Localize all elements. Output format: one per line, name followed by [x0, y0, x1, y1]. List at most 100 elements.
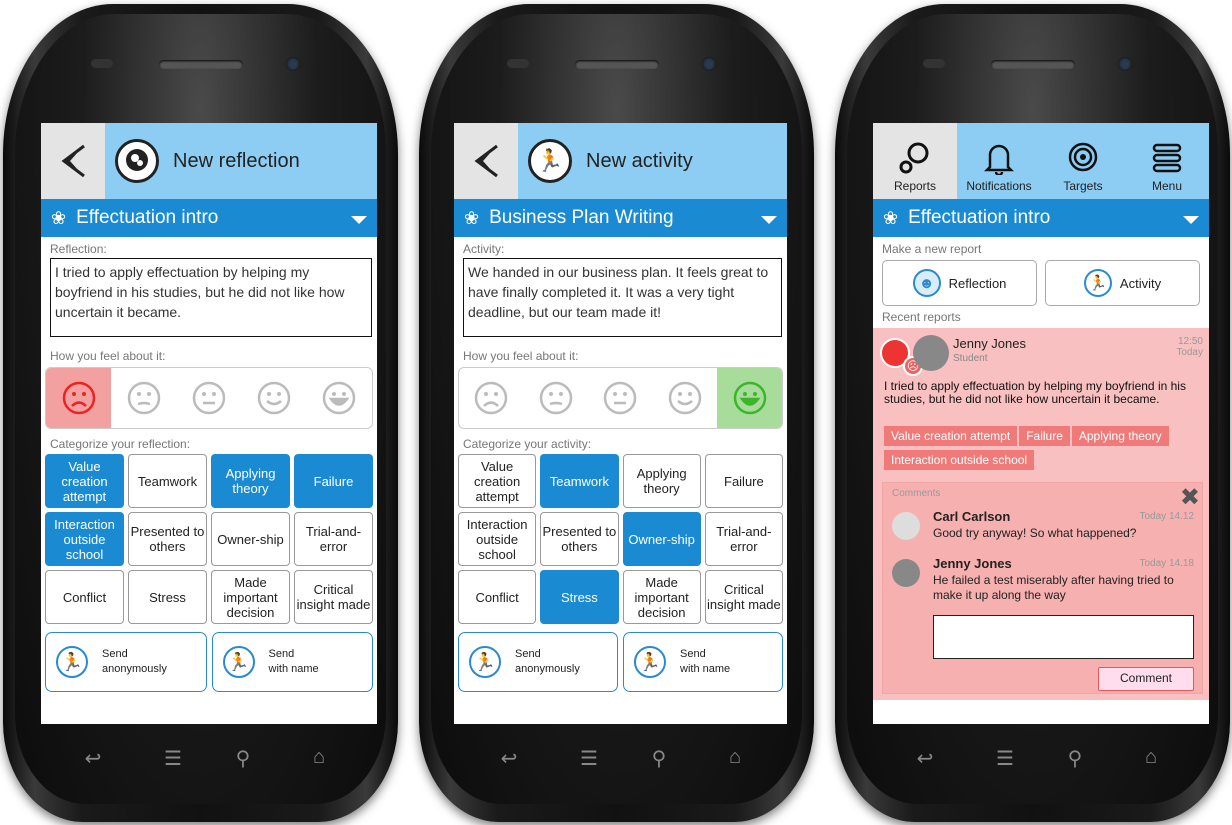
report-tags: Value creation attempt Failure Applying th… [883, 424, 1205, 472]
category-button[interactable]: Interaction outside school [458, 512, 537, 566]
mood-face-1[interactable] [459, 368, 524, 428]
category-button[interactable]: Conflict [45, 570, 124, 624]
back-key-icon[interactable]: ↩ [489, 746, 529, 771]
category-button[interactable]: Critical insight made [294, 570, 373, 624]
runner-icon: 🏃 [634, 646, 666, 678]
tab-label: Targets [1063, 179, 1103, 193]
category-button[interactable]: Conflict [458, 570, 537, 624]
category-button[interactable]: Owner-ship [622, 512, 701, 566]
category-button[interactable]: Owner-ship [211, 512, 290, 566]
category-label: Categorize your reflection: [50, 437, 191, 451]
group-selector[interactable]: ❀ Effectuation intro [873, 199, 1209, 237]
new-activity-button[interactable]: 🏃 Activity [1045, 260, 1200, 306]
category-button[interactable]: Teamwork [128, 454, 207, 508]
category-button[interactable]: Stress [540, 570, 619, 624]
category-button[interactable]: Failure [294, 454, 373, 508]
back-button[interactable] [454, 123, 518, 199]
mood-face-2[interactable] [111, 368, 176, 428]
mood-face-4[interactable] [242, 368, 307, 428]
send-sublabel: anonymously [515, 663, 580, 675]
send-anonymously-button[interactable]: 🏃 Send anonymously [458, 632, 618, 692]
category-button[interactable]: Trial-and-error [704, 512, 783, 566]
new-report-label: Make a new report [882, 242, 982, 256]
sensor-icon [923, 59, 945, 68]
mood-face-4[interactable] [653, 368, 718, 428]
group-paw-icon: ❀ [51, 207, 67, 228]
runner-icon: 🏃 [56, 646, 88, 678]
tab-reports[interactable]: Reports [873, 123, 957, 199]
category-button[interactable]: Critical insight made [704, 570, 783, 624]
search-key-icon[interactable]: ⚲ [639, 746, 679, 771]
reflection-text-field[interactable]: I tried to apply effectuation by helping… [50, 258, 372, 337]
home-key-icon[interactable]: ⌂ [715, 746, 755, 769]
tab-targets[interactable]: Targets [1041, 123, 1125, 199]
comment-text: He failed a test miserably after having … [933, 573, 1174, 602]
comment-item: Jenny Jones Today 14.18 He failed a test m… [883, 556, 1202, 603]
speaker-grille [574, 60, 659, 69]
tab-label: Notifications [966, 179, 1032, 193]
category-button[interactable]: Made important decision [622, 570, 701, 624]
back-button[interactable] [41, 123, 105, 199]
report-time: 12:50 [1177, 336, 1203, 347]
category-button[interactable]: Failure [704, 454, 783, 508]
target-icon [1068, 142, 1098, 172]
menu-key-icon[interactable]: ☰ [569, 746, 609, 771]
category-button[interactable]: Made important decision [211, 570, 290, 624]
send-sublabel: with name [680, 663, 731, 675]
category-button[interactable]: Interaction outside school [45, 512, 124, 566]
mood-face-3[interactable] [176, 368, 241, 428]
category-button[interactable]: Presented to others [540, 512, 619, 566]
send-with-name-button[interactable]: 🏃 Send with name [623, 632, 783, 692]
back-key-icon[interactable]: ↩ [73, 746, 113, 771]
back-chevron-icon [474, 144, 498, 178]
group-name: Effectuation intro [908, 207, 1051, 228]
sensor-icon [507, 59, 529, 68]
comment-item: Carl Carlson Today 14.12 Good try anyway! … [883, 509, 1202, 556]
group-selector[interactable]: ❀ Effectuation intro [41, 199, 377, 237]
mood-face-3[interactable] [588, 368, 653, 428]
tab-notifications[interactable]: Notifications [957, 123, 1041, 199]
category-grid: Value creation attempt Teamwork Applying t… [458, 454, 783, 624]
android-nav-bar: ↩ ☰ ⚲ ⌂ [3, 724, 398, 794]
mood-face-5[interactable] [717, 368, 782, 428]
menu-key-icon[interactable]: ☰ [985, 746, 1025, 771]
category-button[interactable]: Trial-and-error [294, 512, 373, 566]
send-label: Send [680, 648, 706, 660]
search-key-icon[interactable]: ⚲ [1055, 746, 1095, 771]
home-key-icon[interactable]: ⌂ [1131, 746, 1171, 769]
category-button[interactable]: Presented to others [128, 512, 207, 566]
category-button[interactable]: Stress [128, 570, 207, 624]
send-with-name-button[interactable]: 🏃 Send with name [211, 632, 373, 692]
text-label: Activity: [463, 242, 505, 256]
camera-icon [1118, 57, 1132, 71]
category-button[interactable]: Value creation attempt [458, 454, 537, 508]
home-key-icon[interactable]: ⌂ [299, 746, 339, 769]
report-tag: Interaction outside school [884, 450, 1035, 470]
mood-face-5[interactable] [307, 368, 372, 428]
hamburger-menu-icon [1152, 143, 1182, 173]
comment-button[interactable]: Comment [1098, 667, 1194, 691]
category-button[interactable]: Applying theory [622, 454, 701, 508]
avatar [892, 512, 920, 540]
mood-face-2[interactable] [524, 368, 589, 428]
comment-input[interactable] [933, 615, 1194, 659]
face-icon [475, 381, 508, 415]
activity-text-field[interactable]: We handed in our business plan. It feels… [463, 258, 782, 337]
group-selector[interactable]: ❀ Business Plan Writing [454, 199, 787, 237]
search-key-icon[interactable]: ⚲ [223, 746, 263, 771]
send-anonymously-button[interactable]: 🏃 Send anonymously [45, 632, 207, 692]
report-card[interactable]: ☹ Jenny Jones Student 12:50 Today I trie… [873, 328, 1209, 700]
category-button[interactable]: Value creation attempt [45, 454, 124, 508]
send-label: Send [102, 648, 128, 660]
menu-key-icon[interactable]: ☰ [153, 746, 193, 771]
close-comments-icon[interactable]: ✖ [1180, 483, 1200, 512]
send-sublabel: anonymously [102, 663, 167, 675]
tab-menu[interactable]: Menu [1125, 123, 1209, 199]
mood-face-1[interactable] [46, 368, 112, 428]
new-reflection-button[interactable]: ☻ Reflection [882, 260, 1037, 306]
report-tag: Failure [1019, 426, 1070, 446]
category-button[interactable]: Applying theory [211, 454, 290, 508]
sensor-icon [91, 59, 113, 68]
back-key-icon[interactable]: ↩ [905, 746, 945, 771]
category-button[interactable]: Teamwork [540, 454, 619, 508]
